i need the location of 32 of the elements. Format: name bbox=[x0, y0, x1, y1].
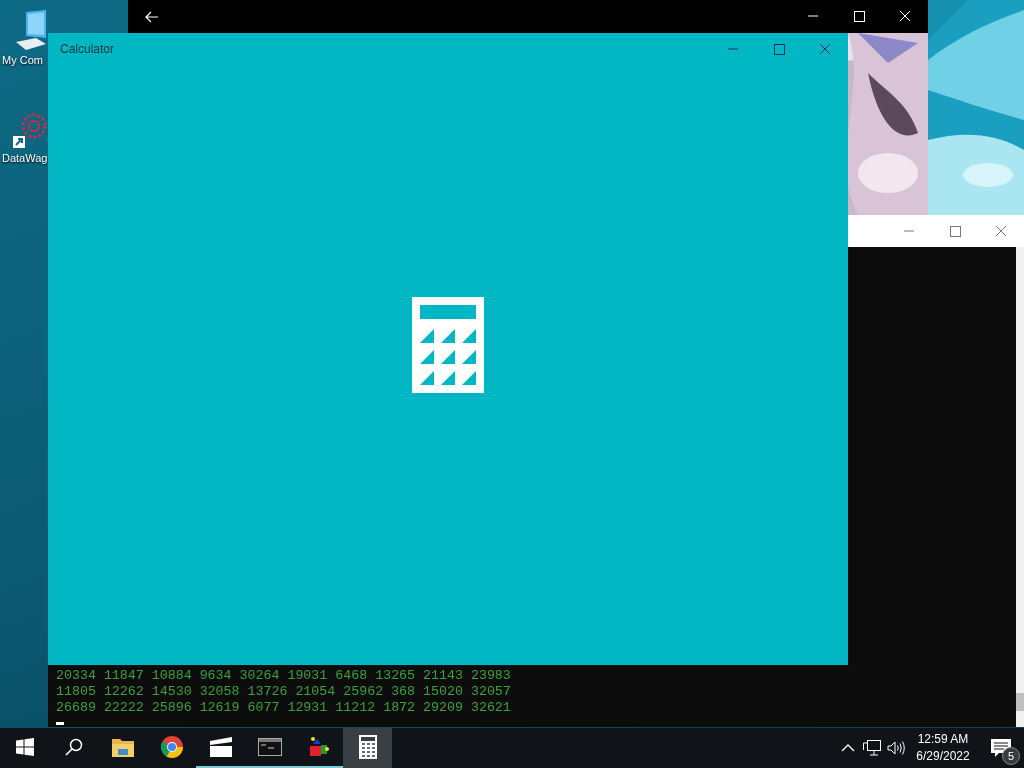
network-icon[interactable] bbox=[863, 740, 881, 756]
close-icon bbox=[995, 225, 1007, 237]
window-title: Calculator bbox=[59, 42, 115, 56]
browser-icon bbox=[160, 736, 183, 758]
notifications-button[interactable]: 5 bbox=[978, 728, 1024, 768]
clock-time[interactable]: 12:59 AM bbox=[917, 731, 969, 748]
clock-date[interactable]: 6/29/2022 bbox=[916, 748, 970, 765]
console-output-line: 11805 12262 14530 32058 13726 21054 25962 368 15020 32057 bbox=[56, 684, 512, 700]
search-icon bbox=[64, 738, 83, 756]
console-output-line: 20334 11847 10884 9634 30264 19031 6468 13265 21143 23983 bbox=[56, 668, 512, 684]
maximize-icon bbox=[773, 43, 785, 55]
terminal-icon bbox=[257, 738, 282, 756]
maximize-icon bbox=[949, 225, 961, 237]
taskbar-button[interactable] bbox=[343, 728, 392, 768]
desktop-icon-label[interactable]: DataWag bbox=[0, 152, 48, 164]
text-cursor bbox=[56, 722, 64, 725]
notification-count: 5 bbox=[1002, 747, 1020, 765]
maximize-icon bbox=[853, 11, 865, 22]
chevron-up-icon[interactable] bbox=[841, 744, 855, 752]
calculator-icon bbox=[412, 297, 484, 393]
folder-icon bbox=[111, 737, 134, 757]
scrollbar-thumb[interactable] bbox=[1016, 693, 1024, 711]
calculator-icon bbox=[358, 735, 377, 759]
clapperboard-icon bbox=[209, 737, 232, 757]
desktop-icon-label[interactable]: My Com bbox=[0, 54, 43, 66]
close-icon bbox=[899, 11, 911, 22]
speaker-icon[interactable] bbox=[887, 741, 905, 755]
close-icon bbox=[819, 43, 831, 55]
console-output-line: 26689 22222 25896 12619 6077 12931 11212 1872 29209 32621 bbox=[56, 700, 512, 716]
back-arrow-icon bbox=[145, 10, 159, 23]
scrollbar[interactable] bbox=[1016, 247, 1024, 727]
windows-logo-icon bbox=[15, 738, 34, 756]
